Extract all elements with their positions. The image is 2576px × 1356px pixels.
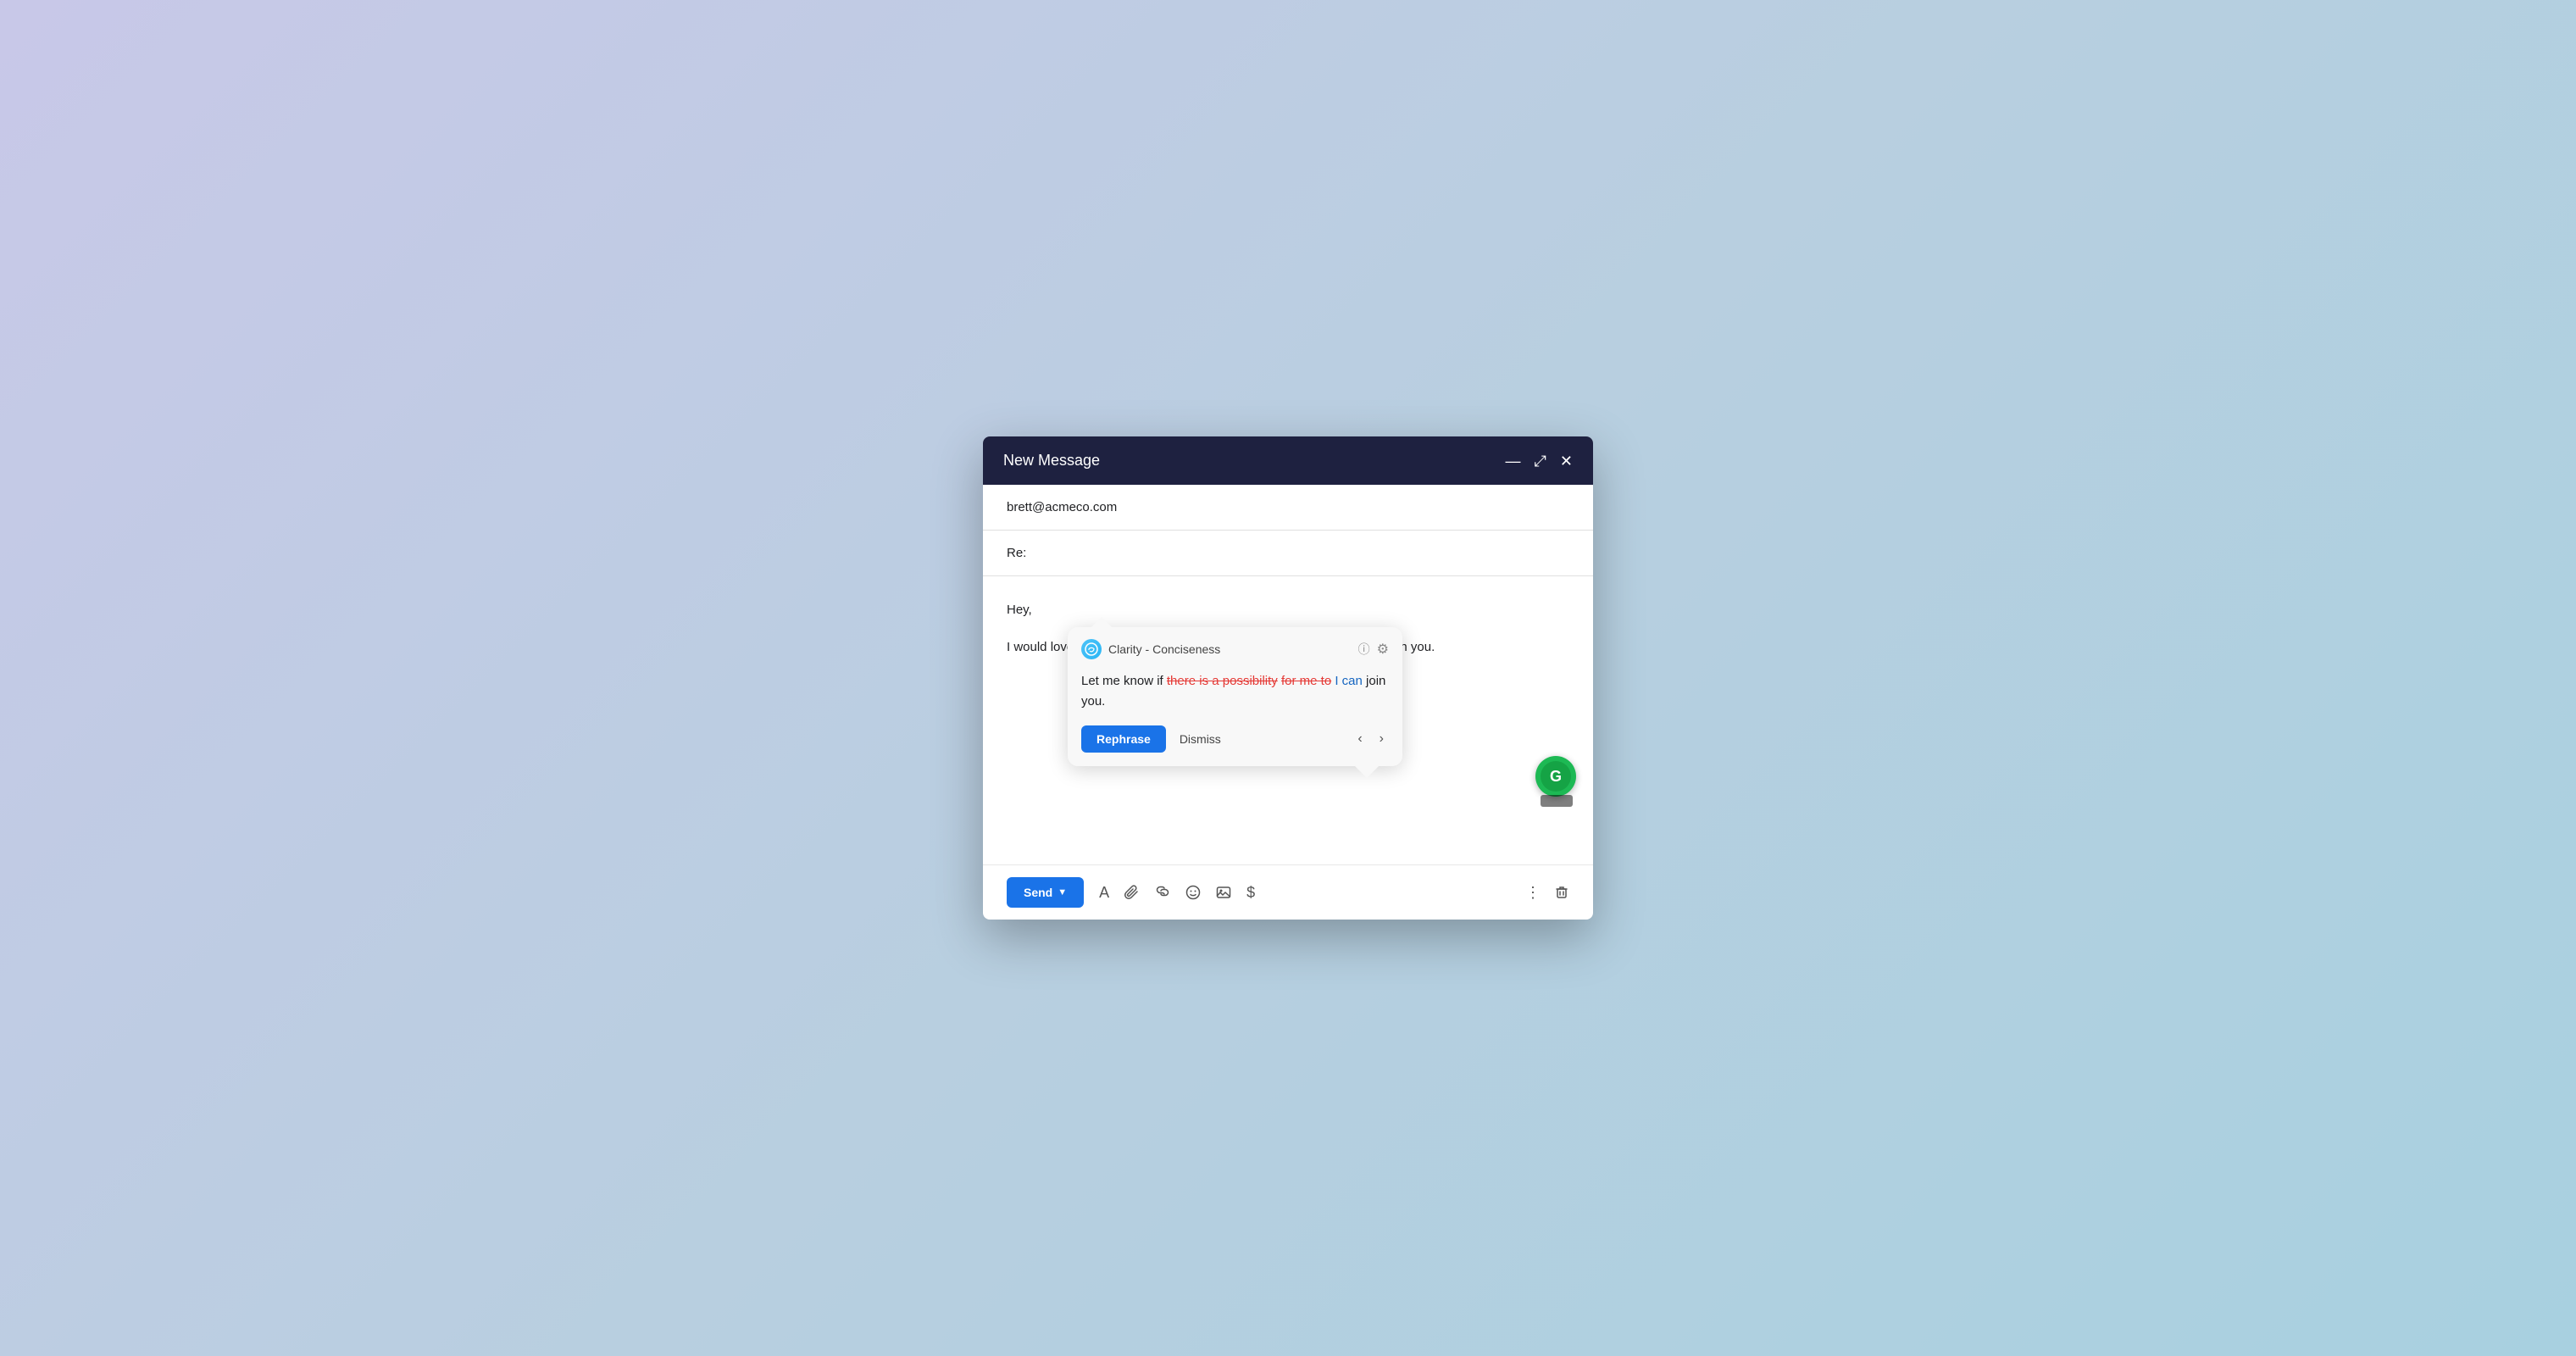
subject-value: Re:	[1007, 546, 1026, 560]
window-title: New Message	[1003, 452, 1100, 470]
compose-toolbar: Send ▼ A	[983, 864, 1593, 920]
next-suggestion-button[interactable]: ›	[1374, 728, 1389, 750]
rephrase-button[interactable]: Rephrase	[1081, 725, 1166, 753]
to-value: brett@acmeco.com	[1007, 500, 1117, 514]
grammarly-suggestion-popup: Clarity - Conciseness ⓘ ⚙ Let me know if…	[1068, 627, 1402, 766]
suggestion-prefix: Let me know if	[1081, 674, 1167, 688]
popup-header: Clarity - Conciseness ⓘ ⚙	[1068, 627, 1402, 668]
strikethrough-text-2: for me to	[1281, 674, 1331, 688]
email-compose-window: New Message — ⤢ ✕ brett@acmeco.com Re: H…	[983, 436, 1593, 920]
grammarly-logo: G	[1541, 761, 1571, 792]
insert-money-icon[interactable]: $	[1246, 884, 1255, 902]
title-bar: New Message — ⤢ ✕	[983, 436, 1593, 485]
email-content-area[interactable]: Hey, I would love to attend. Let me know…	[983, 576, 1593, 864]
info-icon[interactable]: ⓘ	[1358, 641, 1370, 658]
format-text-icon[interactable]: A	[1099, 884, 1109, 902]
suggestion-navigation: ‹ ›	[1352, 728, 1389, 750]
insert-link-icon[interactable]	[1155, 885, 1170, 900]
subject-field[interactable]: Re:	[983, 531, 1593, 576]
settings-icon[interactable]: ⚙	[1377, 641, 1389, 658]
close-button[interactable]: ✕	[1560, 453, 1573, 469]
minimize-button[interactable]: —	[1506, 453, 1521, 469]
grammarly-mini-icon	[1081, 639, 1102, 659]
dismiss-button[interactable]: Dismiss	[1180, 732, 1221, 746]
insert-image-icon[interactable]	[1216, 885, 1231, 900]
suggestion-content: Let me know if there is a possibility fo…	[1068, 668, 1402, 725]
prev-suggestion-button[interactable]: ‹	[1352, 728, 1367, 750]
insert-emoji-icon[interactable]	[1185, 885, 1201, 900]
toolbar-right-actions: ⋮	[1525, 884, 1569, 902]
send-label: Send	[1024, 886, 1052, 899]
replacement-text: I can	[1335, 674, 1363, 688]
grammarly-floating-button[interactable]: G	[1535, 756, 1576, 797]
send-button[interactable]: Send ▼	[1007, 877, 1084, 908]
popup-tail	[1355, 766, 1379, 778]
suggestion-category: Clarity - Conciseness	[1108, 642, 1348, 656]
to-field[interactable]: brett@acmeco.com	[983, 485, 1593, 531]
send-dropdown-arrow: ▼	[1058, 887, 1067, 898]
maximize-button[interactable]: ⤢	[1535, 453, 1546, 469]
popup-actions: Rephrase Dismiss ‹ ›	[1068, 725, 1402, 766]
delete-icon[interactable]	[1554, 885, 1569, 900]
keyboard-indicator	[1541, 795, 1573, 807]
more-options-icon[interactable]: ⋮	[1525, 884, 1541, 902]
strikethrough-text-1: there is a possibility	[1167, 674, 1278, 688]
attach-file-icon[interactable]	[1124, 885, 1140, 900]
window-controls: — ⤢ ✕	[1506, 453, 1574, 469]
